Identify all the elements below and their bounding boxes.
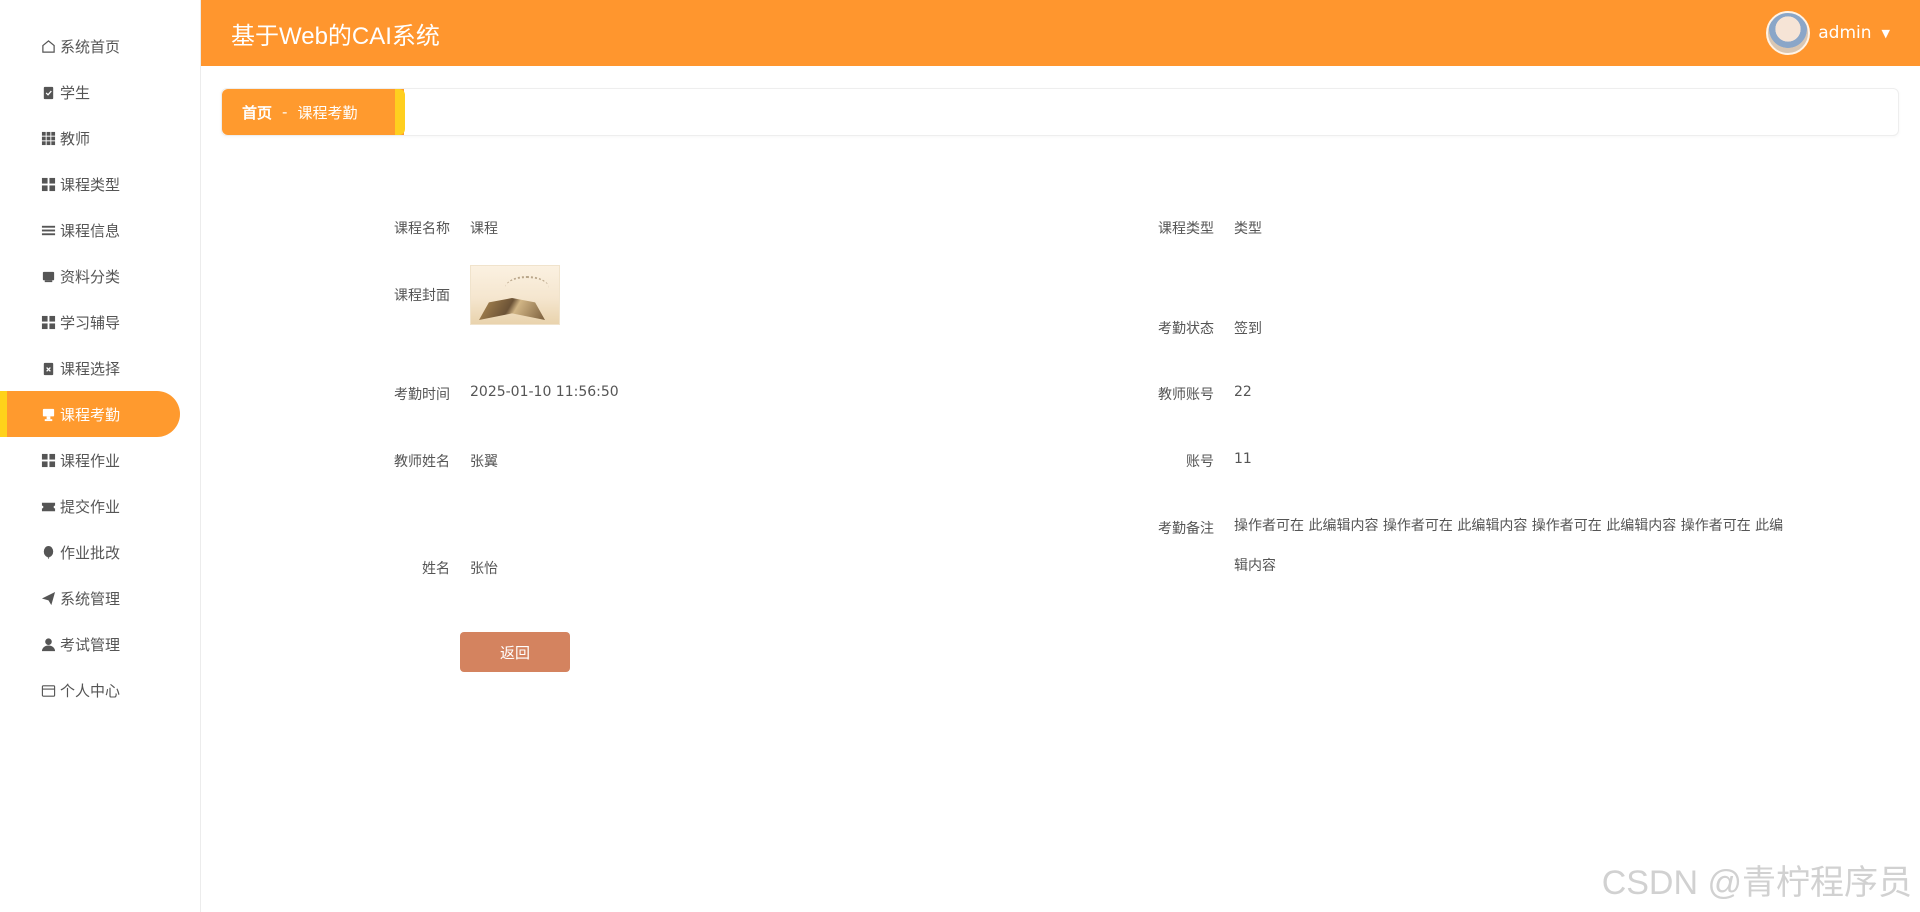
field-name: 姓名 张怡: [370, 558, 498, 578]
sidebar-item-label: 提交作业: [60, 497, 121, 516]
field-attendance-time: 考勤时间 2025-01-10 11:56:50: [370, 384, 619, 404]
home-icon: [40, 38, 56, 54]
app-title: 基于Web的CAI系统: [231, 22, 440, 50]
field-label: 课程名称: [394, 221, 450, 237]
wallet-icon: [40, 682, 56, 698]
sidebar-item-label: 学习辅导: [60, 313, 121, 332]
breadcrumb: 首页 - 课程考勤: [222, 89, 405, 135]
field-attendance-note: 考勤备注 操作者可在 此编辑内容 操作者可在 此编辑内容 操作者可在 此编辑内容…: [1134, 518, 1794, 586]
box-icon: [40, 268, 56, 284]
username[interactable]: admin: [1818, 23, 1871, 43]
breadcrumb-current: 课程考勤: [297, 103, 358, 122]
field-label: 教师账号: [1158, 387, 1214, 403]
field-value: 22: [1234, 384, 1252, 400]
sidebar-item-label: 课程选择: [60, 359, 121, 378]
field-label: 课程类型: [1158, 221, 1214, 237]
sidebar-item-student[interactable]: 学生: [0, 69, 200, 115]
clipboard-check-icon: [40, 84, 56, 100]
sidebar-item-course-attendance[interactable]: 课程考勤: [0, 391, 180, 437]
cup-icon: [40, 406, 56, 422]
sidebar-item-label: 教师: [60, 129, 91, 148]
sidebar-item-exam-management[interactable]: 考试管理: [0, 621, 200, 667]
sidebar-item-label: 学生: [60, 83, 91, 102]
sidebar-item-label: 个人中心: [60, 681, 121, 700]
field-teacher-name: 教师姓名 张翼: [370, 451, 498, 471]
ticket-icon: [40, 498, 56, 514]
list-icon: [40, 222, 56, 238]
sidebar-item-submit-homework[interactable]: 提交作业: [0, 483, 200, 529]
field-label: 考勤备注: [1158, 521, 1214, 537]
field-label: 考勤时间: [394, 387, 450, 403]
sidebar-item-label: 课程考勤: [60, 405, 121, 424]
sidebar-item-tutoring[interactable]: 学习辅导: [0, 299, 200, 345]
field-label: 姓名: [422, 561, 450, 577]
sidebar-item-personal-center[interactable]: 个人中心: [0, 667, 200, 713]
field-label: 账号: [1186, 454, 1214, 470]
grid-icon: [40, 130, 56, 146]
sidebar-menu: 系统首页 学生 教师 课程类型 课程信息 资料分类 学习辅导 课程选择 课程考勤…: [0, 0, 200, 713]
course-cover-image[interactable]: [470, 265, 560, 325]
sidebar-item-label: 作业批改: [60, 543, 121, 562]
apps-icon: [40, 452, 56, 468]
field-course-name: 课程名称 课程: [370, 218, 498, 238]
sidebar-item-material-category[interactable]: 资料分类: [0, 253, 200, 299]
field-value: 2025-01-10 11:56:50: [470, 384, 619, 400]
user-icon: [40, 636, 56, 652]
sidebar-item-course-type[interactable]: 课程类型: [0, 161, 200, 207]
sidebar-item-course-selection[interactable]: 课程选择: [0, 345, 200, 391]
breadcrumb-separator: -: [282, 103, 288, 121]
field-course-cover: 课程封面: [370, 265, 560, 325]
field-attendance-status: 考勤状态 签到: [1134, 318, 1262, 338]
top-header: 基于Web的CAI系统 admin ▼: [201, 0, 1920, 66]
sidebar-item-label: 课程类型: [60, 175, 121, 194]
field-value: 课程: [470, 221, 498, 237]
field-value: 操作者可在 此编辑内容 操作者可在 此编辑内容 操作者可在 此编辑内容 操作者可…: [1234, 518, 1784, 574]
field-label: 教师姓名: [394, 454, 450, 470]
field-value: 张翼: [470, 454, 498, 470]
sidebar-item-label: 系统首页: [60, 37, 121, 56]
clipboard-x-icon: [40, 360, 56, 376]
sidebar-item-teacher[interactable]: 教师: [0, 115, 200, 161]
watermark: CSDN @青柠程序员: [1601, 864, 1912, 902]
field-value: 张怡: [470, 561, 498, 577]
breadcrumb-home[interactable]: 首页: [242, 102, 272, 123]
paper-plane-icon: [40, 590, 56, 606]
breadcrumb-bar: 首页 - 课程考勤: [221, 88, 1899, 136]
sidebar-item-label: 系统管理: [60, 589, 121, 608]
sidebar: 系统首页 学生 教师 课程类型 课程信息 资料分类 学习辅导 课程选择 课程考勤…: [0, 0, 201, 912]
sidebar-item-label: 课程信息: [60, 221, 121, 240]
sidebar-item-label: 资料分类: [60, 267, 121, 286]
back-button[interactable]: 返回: [460, 632, 570, 672]
sidebar-item-home[interactable]: 系统首页: [0, 23, 200, 69]
sidebar-item-label: 课程作业: [60, 451, 121, 470]
sidebar-item-course-homework[interactable]: 课程作业: [0, 437, 200, 483]
field-label: 课程封面: [394, 288, 450, 304]
apps-icon: [40, 314, 56, 330]
field-value: 类型: [1234, 221, 1262, 237]
avatar[interactable]: [1766, 11, 1811, 55]
balloon-icon: [40, 544, 56, 560]
sidebar-item-course-info[interactable]: 课程信息: [0, 207, 200, 253]
sidebar-item-label: 考试管理: [60, 635, 121, 654]
field-value: 11: [1234, 451, 1252, 467]
user-menu[interactable]: admin ▼: [1766, 11, 1890, 55]
apps-icon: [40, 176, 56, 192]
field-teacher-account: 教师账号 22: [1134, 384, 1252, 404]
field-value: 签到: [1234, 321, 1262, 337]
field-account: 账号 11: [1134, 451, 1252, 471]
sidebar-item-system-management[interactable]: 系统管理: [0, 575, 200, 621]
sidebar-item-homework-review[interactable]: 作业批改: [0, 529, 200, 575]
caret-down-icon[interactable]: ▼: [1882, 27, 1890, 40]
field-course-type: 课程类型 类型: [1134, 218, 1262, 238]
field-label: 考勤状态: [1158, 321, 1214, 337]
